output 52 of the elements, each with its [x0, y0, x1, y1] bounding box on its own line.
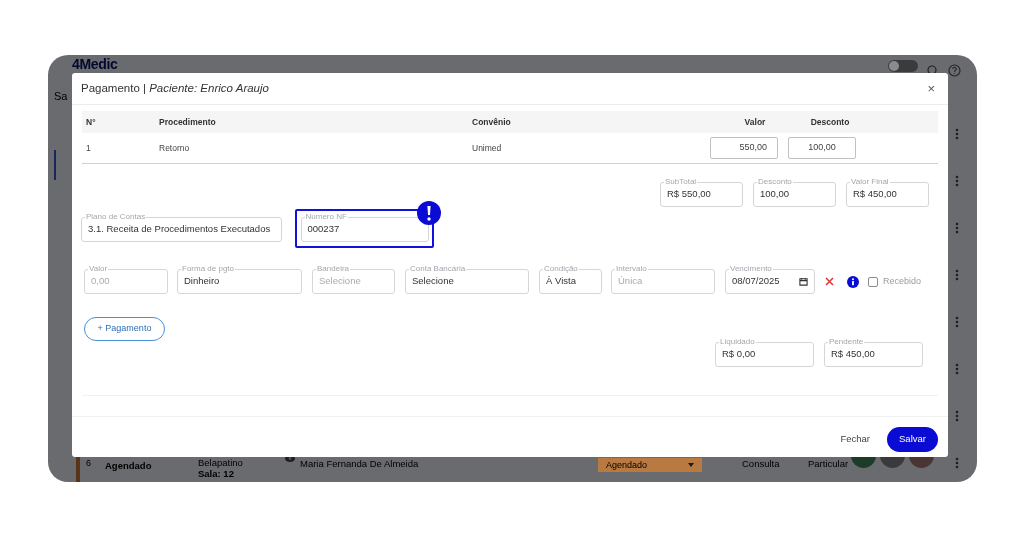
more-icon[interactable]	[955, 175, 959, 187]
more-icon[interactable]	[955, 128, 959, 140]
sidebar-indicator	[54, 150, 56, 180]
more-icon[interactable]	[955, 269, 959, 281]
insurance-type: Particular	[808, 458, 849, 469]
field-label: Liquidado	[719, 336, 756, 347]
field-label: Intervalo	[615, 264, 648, 274]
caret-icon	[688, 463, 694, 467]
field-label: Valor	[88, 264, 109, 274]
close-button[interactable]: Fechar	[840, 432, 870, 447]
more-icon[interactable]	[955, 316, 959, 328]
toggle-switch[interactable]	[888, 60, 918, 72]
calendar-icon[interactable]	[799, 277, 808, 286]
more-icon[interactable]	[955, 410, 959, 422]
field-label: Bandeira	[316, 264, 351, 274]
app-logo: 4Medic	[72, 57, 118, 72]
help-icon[interactable]	[948, 64, 961, 77]
field-label: Valor Final	[850, 177, 890, 187]
room-text: Sala: 12	[198, 468, 234, 479]
field-label: Número NF	[304, 212, 348, 222]
field-label: Conta Bancária	[409, 264, 467, 274]
field-label: SubTotal	[664, 177, 698, 187]
save-button[interactable]: Salvar	[887, 426, 938, 452]
table-cell-text: Retorno	[159, 141, 191, 155]
status-select[interactable]: Agendado	[598, 458, 702, 472]
patient-name: Maria Fernanda De Almeida	[300, 458, 419, 469]
professional-name: Belapatino	[198, 458, 243, 468]
checkbox-label: Recebido	[883, 274, 922, 288]
dialog-title: Pagamento | Paciente: Enrico Araujo	[81, 80, 269, 96]
more-icon[interactable]	[955, 457, 959, 469]
field-label: Plano de Contas	[85, 212, 147, 222]
discount-input[interactable]: 100,00	[788, 137, 856, 159]
more-icon[interactable]	[955, 363, 959, 375]
info-icon[interactable]	[847, 275, 859, 288]
value-input[interactable]: 550,00	[710, 137, 778, 159]
field-label: Forma de pgto	[181, 264, 236, 274]
more-icon[interactable]	[955, 222, 959, 234]
field-label: Vencimento	[729, 264, 773, 274]
table-header: N° Procedimento Convênio Valor Desconto	[82, 111, 938, 133]
remove-icon[interactable]	[825, 277, 834, 286]
received-checkbox[interactable]	[868, 276, 878, 287]
field-label: Pendente	[828, 336, 865, 347]
row-number: 6	[86, 458, 91, 468]
table-cell-text: Unimed	[472, 141, 503, 155]
sidebar-label: Sa	[54, 89, 68, 104]
appointment-type: Consulta	[742, 458, 780, 469]
close-button[interactable]: ×	[923, 82, 939, 95]
status-strip	[76, 455, 80, 482]
table-cell-text: 1	[85, 141, 92, 155]
field-label: Condição	[543, 264, 579, 274]
status-text: Agendado	[105, 460, 152, 471]
field-label: Desconto	[757, 177, 793, 187]
